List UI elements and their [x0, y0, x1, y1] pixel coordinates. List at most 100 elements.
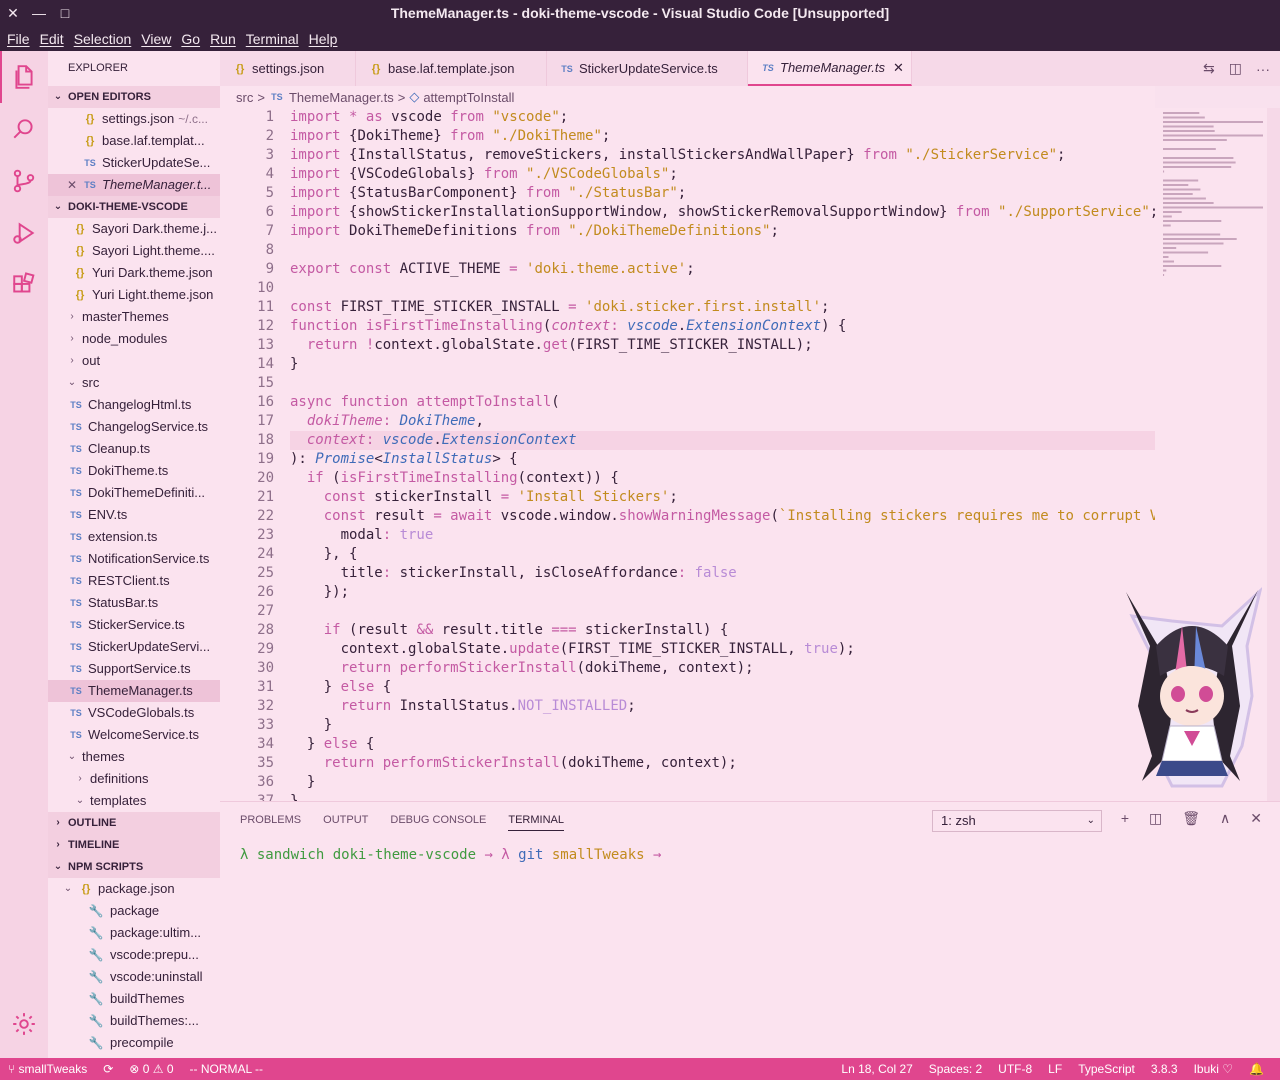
code-line[interactable]: import {VSCodeGlobals} from "./VSCodeGlo…	[290, 165, 1155, 184]
tree-item[interactable]: TS Cleanup.ts	[48, 438, 220, 460]
git-branch-item[interactable]: ⑂ smallTweaks	[0, 1062, 95, 1076]
tree-item[interactable]: TS ThemeManager.ts	[48, 680, 220, 702]
npm-script-item[interactable]: 🔧 vscode:uninstall	[48, 966, 220, 988]
breadcrumb-folder[interactable]: src	[236, 90, 253, 105]
terminal-prompt[interactable]: λ sandwich doki-theme-vscode → λ git sma…	[240, 847, 661, 863]
code-line[interactable]: function isFirstTimeInstalling(context: …	[290, 317, 1155, 336]
npm-script-item[interactable]: 🔧 precompile	[48, 1032, 220, 1054]
tree-item[interactable]: TS DokiTheme.ts	[48, 460, 220, 482]
timeline-header[interactable]: › TIMELINE	[48, 834, 220, 856]
code-line[interactable]: if (isFirstTimeInstalling(context)) {	[290, 469, 1155, 488]
tree-item[interactable]: TS DokiThemeDefiniti...	[48, 482, 220, 504]
code-line[interactable]: }	[290, 355, 1155, 374]
tab-problems[interactable]: PROBLEMS	[240, 814, 301, 826]
extensions-activity[interactable]	[0, 259, 48, 311]
tree-item[interactable]: {} Yuri Dark.theme.json	[48, 262, 220, 284]
open-editor-item-active[interactable]: ✕ TS ThemeManager.t...	[48, 174, 220, 196]
tree-item[interactable]: TS ENV.ts	[48, 504, 220, 526]
tree-item[interactable]: ⌄ templates	[48, 790, 220, 812]
close-window-button[interactable]: ✕	[0, 0, 26, 26]
code-line[interactable]: context.globalState.update(FIRST_TIME_ST…	[290, 640, 1155, 659]
tab-base-laf-template[interactable]: {} base.laf.template.json	[356, 51, 547, 86]
tab-theme-manager[interactable]: TS ThemeManager.ts ✕	[748, 51, 912, 86]
tree-item[interactable]: TS StatusBar.ts	[48, 592, 220, 614]
more-actions-icon[interactable]: ···	[1256, 61, 1270, 77]
code-line[interactable]: }	[290, 773, 1155, 792]
open-changes-icon[interactable]: ⇆	[1203, 60, 1215, 77]
tree-item[interactable]: {} Sayori Light.theme....	[48, 240, 220, 262]
source-control-activity[interactable]	[0, 155, 48, 207]
explorer-activity[interactable]	[0, 51, 48, 103]
code-line[interactable]: const FIRST_TIME_STICKER_INSTALL = 'doki…	[290, 298, 1155, 317]
typescript-version[interactable]: 3.8.3	[1143, 1062, 1186, 1076]
minimize-window-button[interactable]: —	[26, 0, 52, 26]
code-line[interactable]	[290, 374, 1155, 393]
cursor-position[interactable]: Ln 18, Col 27	[833, 1062, 920, 1076]
run-debug-activity[interactable]	[0, 207, 48, 259]
tree-item[interactable]: TS StickerService.ts	[48, 614, 220, 636]
npm-script-item[interactable]: 🔧 vscode:prepu...	[48, 944, 220, 966]
open-editor-item[interactable]: {} settings.json ~/.c...	[48, 108, 220, 130]
code-line[interactable]: }	[290, 792, 1155, 801]
code-line[interactable]: import * as vscode from "vscode";	[290, 108, 1155, 127]
tree-item[interactable]: › out	[48, 350, 220, 372]
tree-item[interactable]: › node_modules	[48, 328, 220, 350]
menu-edit[interactable]: Edit	[35, 31, 69, 47]
menu-selection[interactable]: Selection	[69, 31, 137, 47]
sync-icon[interactable]: ⟳	[95, 1062, 121, 1076]
split-terminal-icon[interactable]: ◫	[1149, 810, 1162, 827]
npm-script-item[interactable]: 🔧 package	[48, 900, 220, 922]
code-line[interactable]: import {showStickerInstallationSupportWi…	[290, 203, 1155, 222]
tree-item[interactable]: TS ChangelogHtml.ts	[48, 394, 220, 416]
tree-item[interactable]: TS extension.ts	[48, 526, 220, 548]
project-header[interactable]: ⌄ DOKI-THEME-VSCODE	[48, 196, 220, 218]
menu-file[interactable]: File	[2, 31, 35, 47]
breadcrumb-file[interactable]: ThemeManager.ts	[289, 90, 394, 105]
menu-view[interactable]: View	[136, 31, 176, 47]
code-line[interactable]: title: stickerInstall, isCloseAffordance…	[290, 564, 1155, 583]
code-line[interactable]: return performStickerInstall(dokiTheme, …	[290, 659, 1155, 678]
tree-item[interactable]: › definitions	[48, 768, 220, 790]
tree-item[interactable]: TS WelcomeService.ts	[48, 724, 220, 746]
menu-run[interactable]: Run	[205, 31, 241, 47]
tab-output[interactable]: OUTPUT	[323, 814, 368, 826]
code-line[interactable]: return InstallStatus.NOT_INSTALLED;	[290, 697, 1155, 716]
menu-help[interactable]: Help	[304, 31, 343, 47]
end-of-line[interactable]: LF	[1040, 1062, 1070, 1076]
close-panel-icon[interactable]: ✕	[1250, 810, 1262, 827]
code-editor[interactable]: 1 2 3 4 5 6 7 8 9 10 11 12 13 14 15 16 17 18 19 20 21 22 23 24 2…	[220, 108, 1155, 801]
indentation[interactable]: Spaces: 2	[921, 1062, 990, 1076]
code-line[interactable]	[290, 602, 1155, 621]
open-editors-header[interactable]: ⌄ OPEN EDITORS	[48, 86, 220, 108]
code-line[interactable]: return !context.globalState.get(FIRST_TI…	[290, 336, 1155, 355]
code-area[interactable]: import * as vscode from "vscode"; import …	[290, 108, 1155, 801]
bell-icon[interactable]: 🔔	[1241, 1062, 1272, 1076]
code-line[interactable]: import {StatusBarComponent} from "./Stat…	[290, 184, 1155, 203]
settings-activity[interactable]	[0, 998, 48, 1050]
code-line[interactable]: if (result && result.title === stickerIn…	[290, 621, 1155, 640]
code-line[interactable]: context: vscode.ExtensionContext	[290, 431, 1155, 450]
tree-item[interactable]: TS VSCodeGlobals.ts	[48, 702, 220, 724]
problems-item[interactable]: ⊗ 0 ⚠ 0	[121, 1062, 181, 1076]
code-line[interactable]: const result = await vscode.window.showW…	[290, 507, 1155, 526]
code-line[interactable]: } else {	[290, 735, 1155, 754]
npm-script-item[interactable]: 🔧 package:ultim...	[48, 922, 220, 944]
outline-header[interactable]: › OUTLINE	[48, 812, 220, 834]
tree-item[interactable]: {} Sayori Dark.theme.j...	[48, 218, 220, 240]
breadcrumb-symbol[interactable]: attemptToInstall	[423, 90, 514, 105]
code-line[interactable]: } else {	[290, 678, 1155, 697]
code-line[interactable]: const stickerInstall = 'Install Stickers…	[290, 488, 1155, 507]
code-line[interactable]: }	[290, 716, 1155, 735]
close-icon[interactable]: ✕	[64, 174, 80, 196]
code-line[interactable]: import DokiThemeDefinitions from "./Doki…	[290, 222, 1155, 241]
tree-item[interactable]: {} Yuri Light.theme.json	[48, 284, 220, 306]
split-editor-icon[interactable]: ◫	[1229, 60, 1242, 77]
tab-settings-json[interactable]: {} settings.json	[220, 51, 356, 86]
terminal-select[interactable]: 1: zsh ⌄	[932, 810, 1102, 832]
encoding[interactable]: UTF-8	[990, 1062, 1040, 1076]
code-line[interactable]: dokiTheme: DokiTheme,	[290, 412, 1155, 431]
tree-item[interactable]: TS SupportService.ts	[48, 658, 220, 680]
menu-go[interactable]: Go	[176, 31, 205, 47]
tree-item[interactable]: ⌄ src	[48, 372, 220, 394]
tab-sticker-update-service[interactable]: TS StickerUpdateService.ts	[547, 51, 748, 86]
